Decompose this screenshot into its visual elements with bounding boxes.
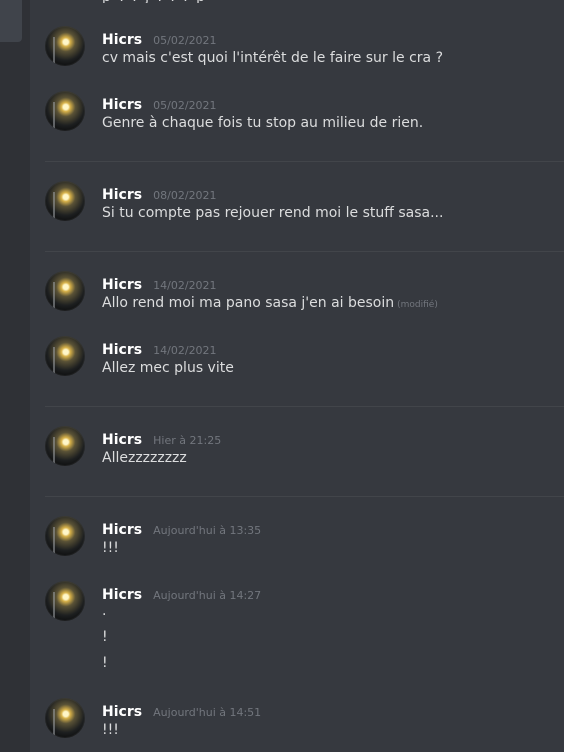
timestamp: 14/02/2021 <box>153 344 217 357</box>
edited-label: (modifié) <box>397 300 438 310</box>
username[interactable]: Hicrs <box>102 432 142 448</box>
message-text: !!! <box>102 540 119 556</box>
username[interactable]: Hicrs <box>102 522 142 538</box>
timestamp: 05/02/2021 <box>153 99 217 112</box>
user-avatar[interactable] <box>45 336 85 376</box>
username[interactable]: Hicrs <box>102 342 142 358</box>
message-text: Allo rend moi ma pano sasa j'en ai besoi… <box>102 295 395 311</box>
timestamp: 08/02/2021 <box>153 189 217 202</box>
user-avatar[interactable] <box>45 426 85 466</box>
message-divider <box>45 161 564 162</box>
message-text: Genre à chaque fois tu stop au milieu de… <box>102 115 424 131</box>
message-text: ! <box>102 655 108 671</box>
message-text: Allez mec plus vite <box>102 360 234 376</box>
message-text: ! <box>102 629 108 645</box>
user-avatar[interactable] <box>45 698 85 738</box>
sidebar-item[interactable] <box>0 0 22 42</box>
clipped-message-text: p . . j . . . p <box>102 0 222 3</box>
message-text: Allezzzzzzzz <box>102 450 187 466</box>
username[interactable]: Hicrs <box>102 277 142 293</box>
message-text: !!! <box>102 722 119 738</box>
timestamp: Aujourd'hui à 14:27 <box>153 589 262 602</box>
user-avatar[interactable] <box>45 91 85 131</box>
user-avatar[interactable] <box>45 271 85 311</box>
message-divider <box>45 251 564 252</box>
username[interactable]: Hicrs <box>102 32 142 48</box>
user-avatar[interactable] <box>45 516 85 556</box>
message-text: cv mais c'est quoi l'intérêt de le faire… <box>102 50 443 66</box>
timestamp: Hier à 21:25 <box>153 434 222 447</box>
user-avatar[interactable] <box>45 26 85 66</box>
timestamp: 05/02/2021 <box>153 34 217 47</box>
timestamp: 14/02/2021 <box>153 279 217 292</box>
user-avatar[interactable] <box>45 581 85 621</box>
username[interactable]: Hicrs <box>102 97 142 113</box>
username[interactable]: Hicrs <box>102 704 142 720</box>
message-text: . <box>102 603 107 619</box>
message-list[interactable]: p . . j . . . p Hicrs 05/02/2021 cv mais… <box>30 0 564 752</box>
timestamp: Aujourd'hui à 14:51 <box>153 706 262 719</box>
message-text: Si tu compte pas rejouer rend moi le stu… <box>102 205 444 221</box>
message-divider <box>45 496 564 497</box>
username[interactable]: Hicrs <box>102 587 142 603</box>
left-sidebar <box>0 0 30 752</box>
timestamp: Aujourd'hui à 13:35 <box>153 524 262 537</box>
message-text-row: Allo rend moi ma pano sasa j'en ai besoi… <box>102 295 438 311</box>
username[interactable]: Hicrs <box>102 187 142 203</box>
message-divider <box>45 406 564 407</box>
user-avatar[interactable] <box>45 181 85 221</box>
